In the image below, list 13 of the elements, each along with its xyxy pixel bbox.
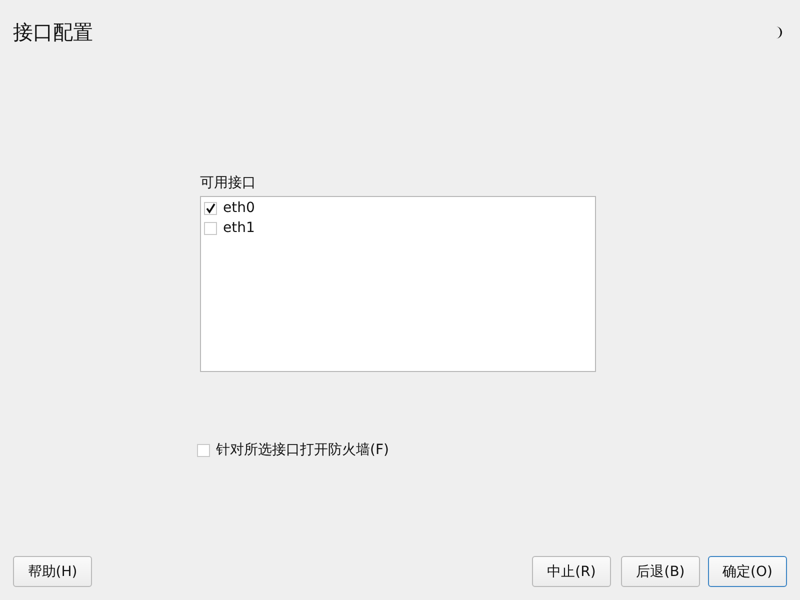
list-label: 可用接口 bbox=[200, 174, 257, 192]
checkbox[interactable] bbox=[204, 222, 217, 234]
firewall-label[interactable]: 针对所选接口打开防火墙(F) bbox=[216, 441, 389, 459]
interface-name[interactable]: eth1 bbox=[223, 220, 255, 236]
dialog-button[interactable]: 中止(R) bbox=[532, 556, 611, 587]
dialog-button[interactable]: 帮助(H) bbox=[13, 556, 92, 587]
moon-icon[interactable] bbox=[774, 26, 784, 38]
dialog-button[interactable]: 确定(O) bbox=[708, 556, 787, 587]
dialog-button[interactable]: 后退(B) bbox=[621, 556, 700, 587]
checkbox[interactable] bbox=[197, 444, 210, 456]
checkbox[interactable] bbox=[204, 202, 217, 214]
window-title: 接口配置 bbox=[13, 18, 93, 46]
interface-name[interactable]: eth0 bbox=[223, 200, 255, 216]
